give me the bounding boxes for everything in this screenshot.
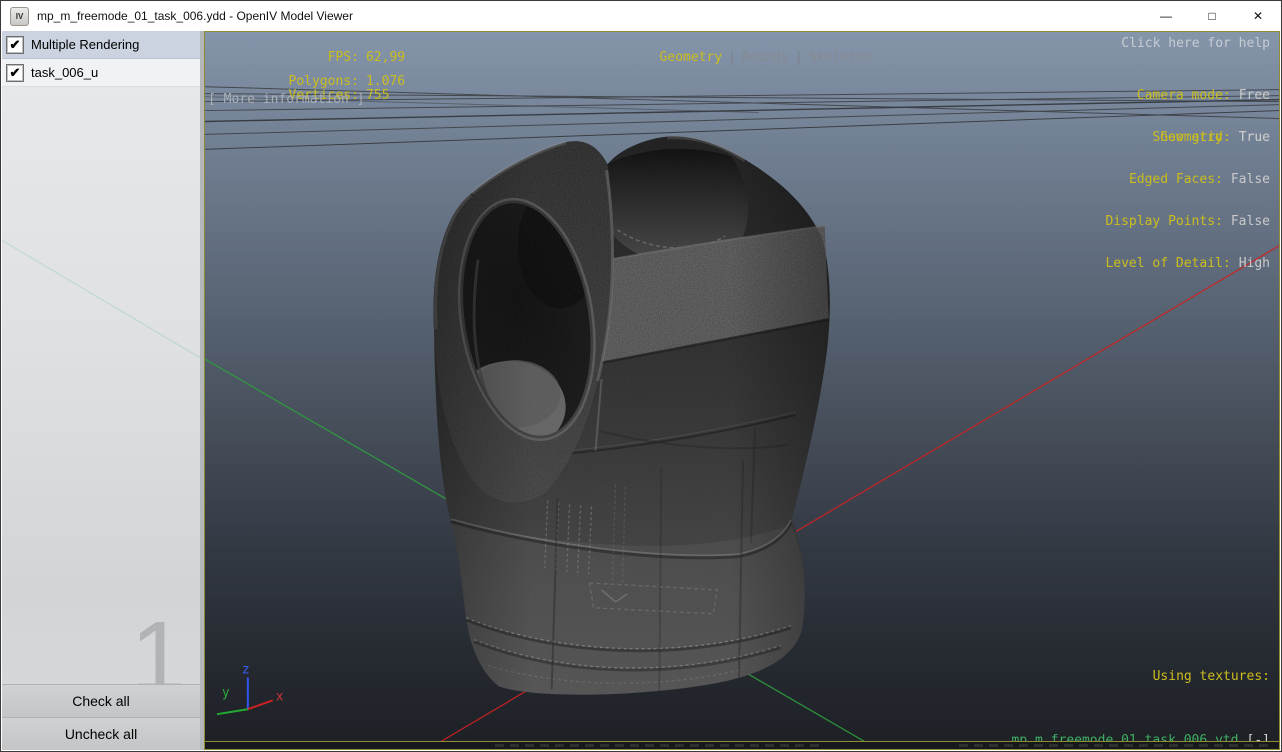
window-controls: — □ ✕ (1143, 1, 1281, 31)
help-link[interactable]: Click here for help (1121, 37, 1270, 51)
textures-panel: Using textures: mp_m_freemode_01_task_00… (949, 640, 1270, 749)
geometry-label: Geometry: (1160, 130, 1231, 145)
camera-mode-value: Free (1238, 88, 1270, 103)
more-information-link[interactable]: [ More information ] (208, 93, 365, 107)
openiv-app-icon: IV (10, 6, 29, 26)
minimize-button[interactable]: — (1143, 1, 1189, 31)
model-vest[interactable] (433, 135, 830, 695)
using-textures-header: Using textures: (1152, 669, 1270, 684)
sidebar-buttons: Check all Uncheck all (2, 684, 200, 750)
render-mode-tabs: Geometry | Bounds | Skeleton (205, 37, 1279, 79)
render-settings: Geometry: True Edged Faces: False Display … (1105, 103, 1270, 299)
multiple-rendering-row[interactable]: ✔ Multiple Rendering (2, 31, 204, 59)
geometry-value: True (1238, 130, 1270, 145)
window-title: mp_m_freemode_01_task_006.ydd - OpenIV M… (37, 9, 353, 23)
vertices-value: 755 (365, 88, 390, 103)
tab-separator: | (794, 50, 803, 65)
axis-gizmo: z x y (216, 662, 284, 716)
maximize-button[interactable]: □ (1189, 1, 1235, 31)
edged-faces-value: False (1230, 172, 1270, 187)
model-item-row[interactable]: ✔ task_006_u (2, 59, 204, 87)
close-button[interactable]: ✕ (1235, 1, 1281, 31)
edged-faces-label: Edged Faces: (1128, 172, 1223, 187)
uncheck-all-button[interactable]: Uncheck all (2, 717, 200, 750)
level-of-detail-label: Level of Detail: (1105, 256, 1231, 271)
tab-skeleton[interactable]: Skeleton (809, 50, 872, 65)
multiple-rendering-label: Multiple Rendering (31, 37, 140, 52)
check-all-button[interactable]: Check all (2, 684, 200, 717)
level-of-detail-value: High (1238, 256, 1270, 271)
titlebar: IV mp_m_freemode_01_task_006.ydd - OpenI… (1, 1, 1281, 31)
model-list-sidebar: ✔ Multiple Rendering ✔ task_006_u 1 Chec… (2, 31, 204, 750)
gizmo-y-label: y (222, 685, 230, 700)
display-points-label: Display Points: (1105, 214, 1223, 229)
tab-separator: | (728, 50, 736, 65)
tab-bounds[interactable]: Bounds (742, 50, 789, 65)
gizmo-z-label: z (242, 662, 250, 677)
3d-viewport-canvas[interactable]: z x y FPS: 62,99 Polygons: 1.076 Vertices:… (204, 31, 1280, 750)
clipped-status-strip (205, 741, 1279, 749)
model-item-checkbox-checked-icon[interactable]: ✔ (6, 63, 24, 82)
display-points-value: False (1230, 214, 1270, 229)
camera-mode-label: Camera mode: (1136, 88, 1231, 103)
openiv-model-viewer-window: IV mp_m_freemode_01_task_006.ydd - OpenI… (0, 0, 1282, 752)
tab-geometry[interactable]: Geometry (660, 50, 723, 65)
multiple-rendering-checkbox-checked-icon[interactable]: ✔ (6, 35, 24, 54)
model-item-label: task_006_u (31, 65, 99, 80)
gizmo-x-label: x (276, 689, 284, 704)
